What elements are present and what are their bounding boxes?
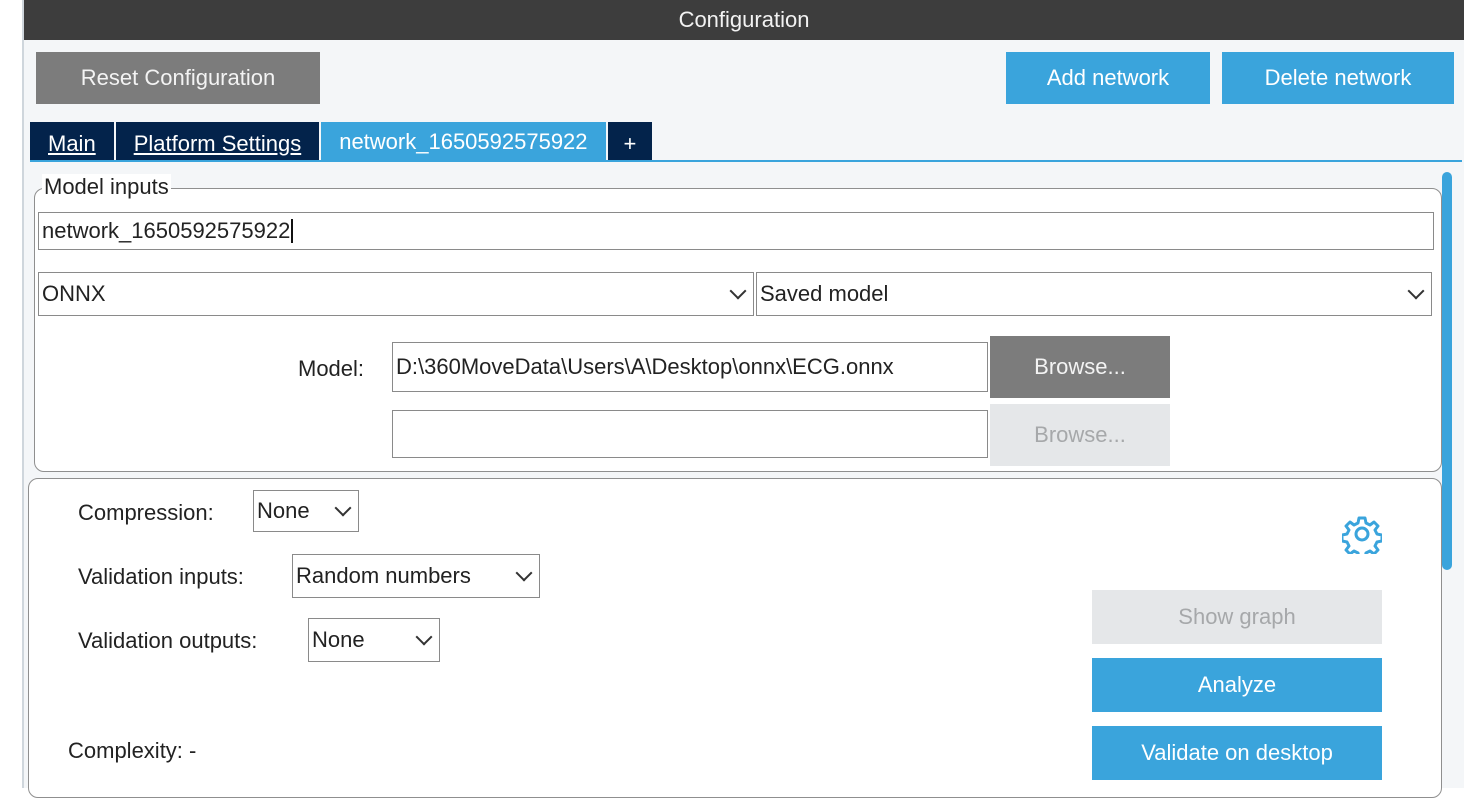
validation-outputs-select[interactable]: None [308,618,440,662]
tab-main[interactable]: Main [30,122,116,162]
complexity-label: Complexity: - [68,738,197,763]
window-frame-left [0,0,24,788]
network-name-input[interactable]: network_1650592575922 [38,212,1434,250]
compression-value: None [257,498,310,523]
validate-on-desktop-button[interactable]: Validate on desktop [1092,726,1382,780]
validation-inputs-label: Validation inputs: [78,564,244,589]
add-tab-button[interactable]: + [607,122,655,162]
configuration-panel: Reset Configuration Add network Delete n… [24,40,1464,798]
model-type-select[interactable]: Saved model [756,272,1432,316]
chevron-down-icon [415,628,433,646]
chevron-down-icon [334,499,352,517]
chevron-down-icon [729,282,747,300]
browse-secondary-button[interactable]: Browse... [990,404,1170,466]
window-title: Configuration [24,0,1464,40]
framework-value: ONNX [42,281,106,306]
network-name-value: network_1650592575922 [42,218,291,243]
delete-network-button[interactable]: Delete network [1222,52,1454,104]
model-path-value: D:\360MoveData\Users\A\Desktop\onnx\ECG.… [396,354,894,379]
reset-configuration-button[interactable]: Reset Configuration [36,52,320,104]
framework-select[interactable]: ONNX [38,272,754,316]
model-inputs-legend: Model inputs [42,174,171,200]
compression-select[interactable]: None [253,490,359,532]
vertical-scrollbar[interactable] [1442,172,1452,570]
add-network-button[interactable]: Add network [1006,52,1210,104]
validation-inputs-value: Random numbers [296,563,471,588]
text-cursor [291,219,293,243]
model-path-input[interactable]: D:\360MoveData\Users\A\Desktop\onnx\ECG.… [392,342,988,392]
validation-outputs-value: None [312,627,365,652]
show-graph-button[interactable]: Show graph [1092,590,1382,644]
tab-network[interactable]: network_1650592575922 [321,122,608,162]
validation-outputs-label: Validation outputs: [78,628,258,653]
secondary-path-input[interactable] [392,410,988,458]
analyze-button[interactable]: Analyze [1092,658,1382,712]
model-type-value: Saved model [760,281,889,306]
compression-label: Compression: [78,500,214,525]
gear-icon[interactable] [1342,514,1382,554]
browse-model-button[interactable]: Browse... [990,336,1170,398]
window-frame-right [1462,0,1476,788]
model-label: Model: [298,356,365,381]
validation-inputs-select[interactable]: Random numbers [292,554,540,598]
network-tabs: Main Platform Settings network_165059257… [30,122,655,162]
chevron-down-icon [515,564,533,582]
tab-underline [30,160,1462,162]
chevron-down-icon [1407,282,1425,300]
tab-platform-settings[interactable]: Platform Settings [115,122,322,162]
